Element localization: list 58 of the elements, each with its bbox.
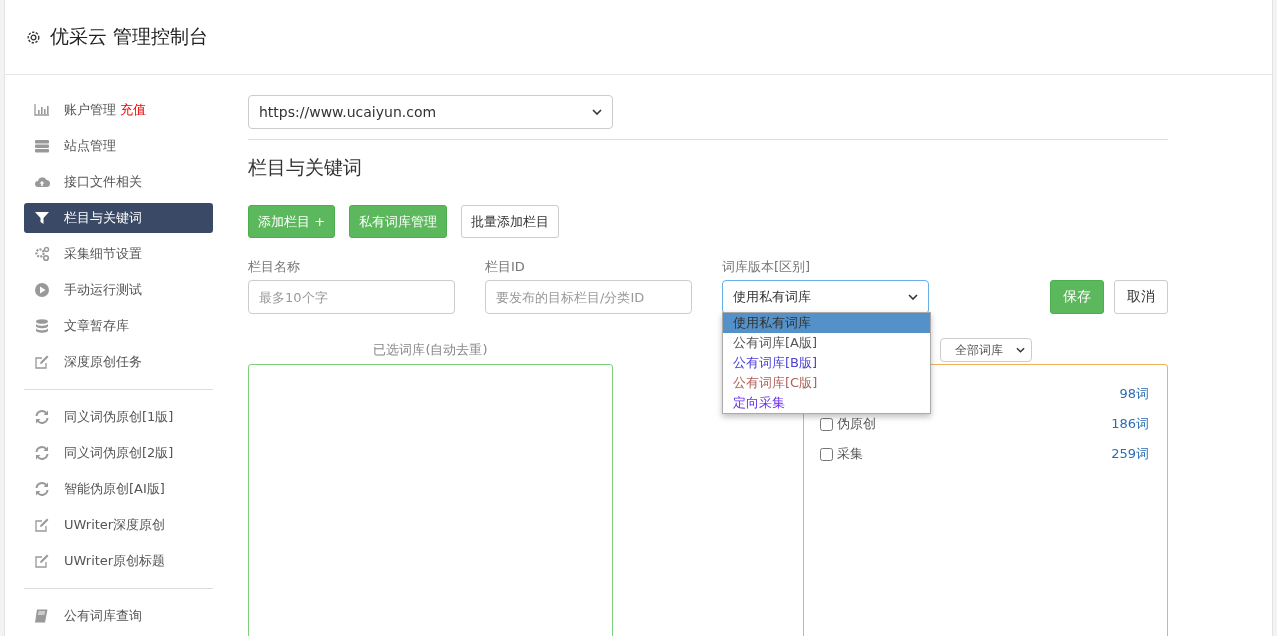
app-title: 优采云 管理控制台 xyxy=(50,24,209,49)
sidebar-item[interactable]: 采集细节设置 xyxy=(24,239,213,269)
library-name: 伪原创 xyxy=(837,415,876,433)
library-name: 采集 xyxy=(837,445,863,463)
sidebar-item[interactable]: 公有词库查询 xyxy=(24,601,213,631)
dropdown-option[interactable]: 使用私有词库 xyxy=(723,313,930,333)
library-filter-select[interactable]: 全部词库 xyxy=(939,338,1032,362)
chevron-down-icon xyxy=(1015,347,1025,353)
word-count: 259词 xyxy=(1111,445,1149,463)
column-id-input[interactable]: 要发布的目标栏目/分类ID xyxy=(485,280,692,314)
dropdown-option[interactable]: 定向采集 xyxy=(723,393,930,413)
word-count: 186词 xyxy=(1111,415,1149,433)
sidebar-item[interactable]: 同义词伪原创[2版] xyxy=(24,438,213,468)
library-checkbox[interactable] xyxy=(820,417,833,431)
gears-icon xyxy=(34,246,50,262)
library-checkbox[interactable] xyxy=(820,447,833,461)
edit-icon xyxy=(34,354,50,370)
sidebar-item[interactable]: 手动运行测试 xyxy=(24,275,213,305)
list-label: 已选词库(自动去重) xyxy=(373,341,488,359)
sidebar-item[interactable]: 栏目与关键词 xyxy=(24,203,213,233)
edit-icon xyxy=(34,553,50,569)
field-label: 栏目名称 xyxy=(248,258,301,276)
library-version-select[interactable]: 使用私有词库 xyxy=(722,280,929,314)
book-icon xyxy=(34,608,50,624)
sidebar-item[interactable]: 接口文件相关 xyxy=(24,167,213,197)
chevron-down-icon xyxy=(908,294,918,300)
cloud-upload-icon xyxy=(34,174,50,190)
word-count: 98词 xyxy=(1119,385,1149,403)
sidebar-item[interactable]: UWriter原创标题 xyxy=(24,546,213,576)
refresh-icon xyxy=(34,409,50,425)
refresh-icon xyxy=(34,445,50,461)
column-name-input[interactable]: 最多10个字 xyxy=(248,280,455,314)
dropdown-option[interactable]: 公有词库[C版] xyxy=(723,373,930,393)
server-icon xyxy=(34,138,50,154)
dropdown-option[interactable]: 公有词库[A版] xyxy=(723,333,930,353)
field-label: 栏目ID xyxy=(485,258,526,276)
site-select[interactable]: https://www.ucaiyun.com xyxy=(248,95,613,129)
settings-icon xyxy=(25,28,42,46)
sidebar-item[interactable]: 智能伪原创[AI版] xyxy=(24,474,213,504)
play-icon xyxy=(34,282,50,298)
sidebar-item[interactable]: 文章暂存库 xyxy=(24,311,213,341)
sidebar-item[interactable]: 深度原创任务 xyxy=(24,347,213,377)
refresh-icon xyxy=(34,481,50,497)
sidebar-item[interactable]: 同义词伪原创[1版] xyxy=(24,402,213,432)
sidebar-item[interactable]: UWriter深度原创 xyxy=(24,510,213,540)
recharge-link[interactable]: 充值 xyxy=(120,101,146,119)
dropdown-option[interactable]: 公有词库[B版] xyxy=(723,353,930,373)
database-icon xyxy=(34,318,50,334)
sidebar-item[interactable]: 站点管理 xyxy=(24,131,213,161)
edit-icon xyxy=(34,517,50,533)
section-heading: 栏目与关键词 xyxy=(248,155,363,180)
field-label: 词库版本[区别] xyxy=(722,258,812,276)
sidebar-item[interactable]: 账户管理 充值 xyxy=(24,95,213,125)
toolbar-button[interactable]: 批量添加栏目 xyxy=(461,205,560,238)
filter-icon xyxy=(34,210,50,226)
chevron-down-icon xyxy=(592,109,602,115)
form-button[interactable]: 取消 xyxy=(1114,280,1168,314)
bar-chart-icon xyxy=(34,102,50,118)
